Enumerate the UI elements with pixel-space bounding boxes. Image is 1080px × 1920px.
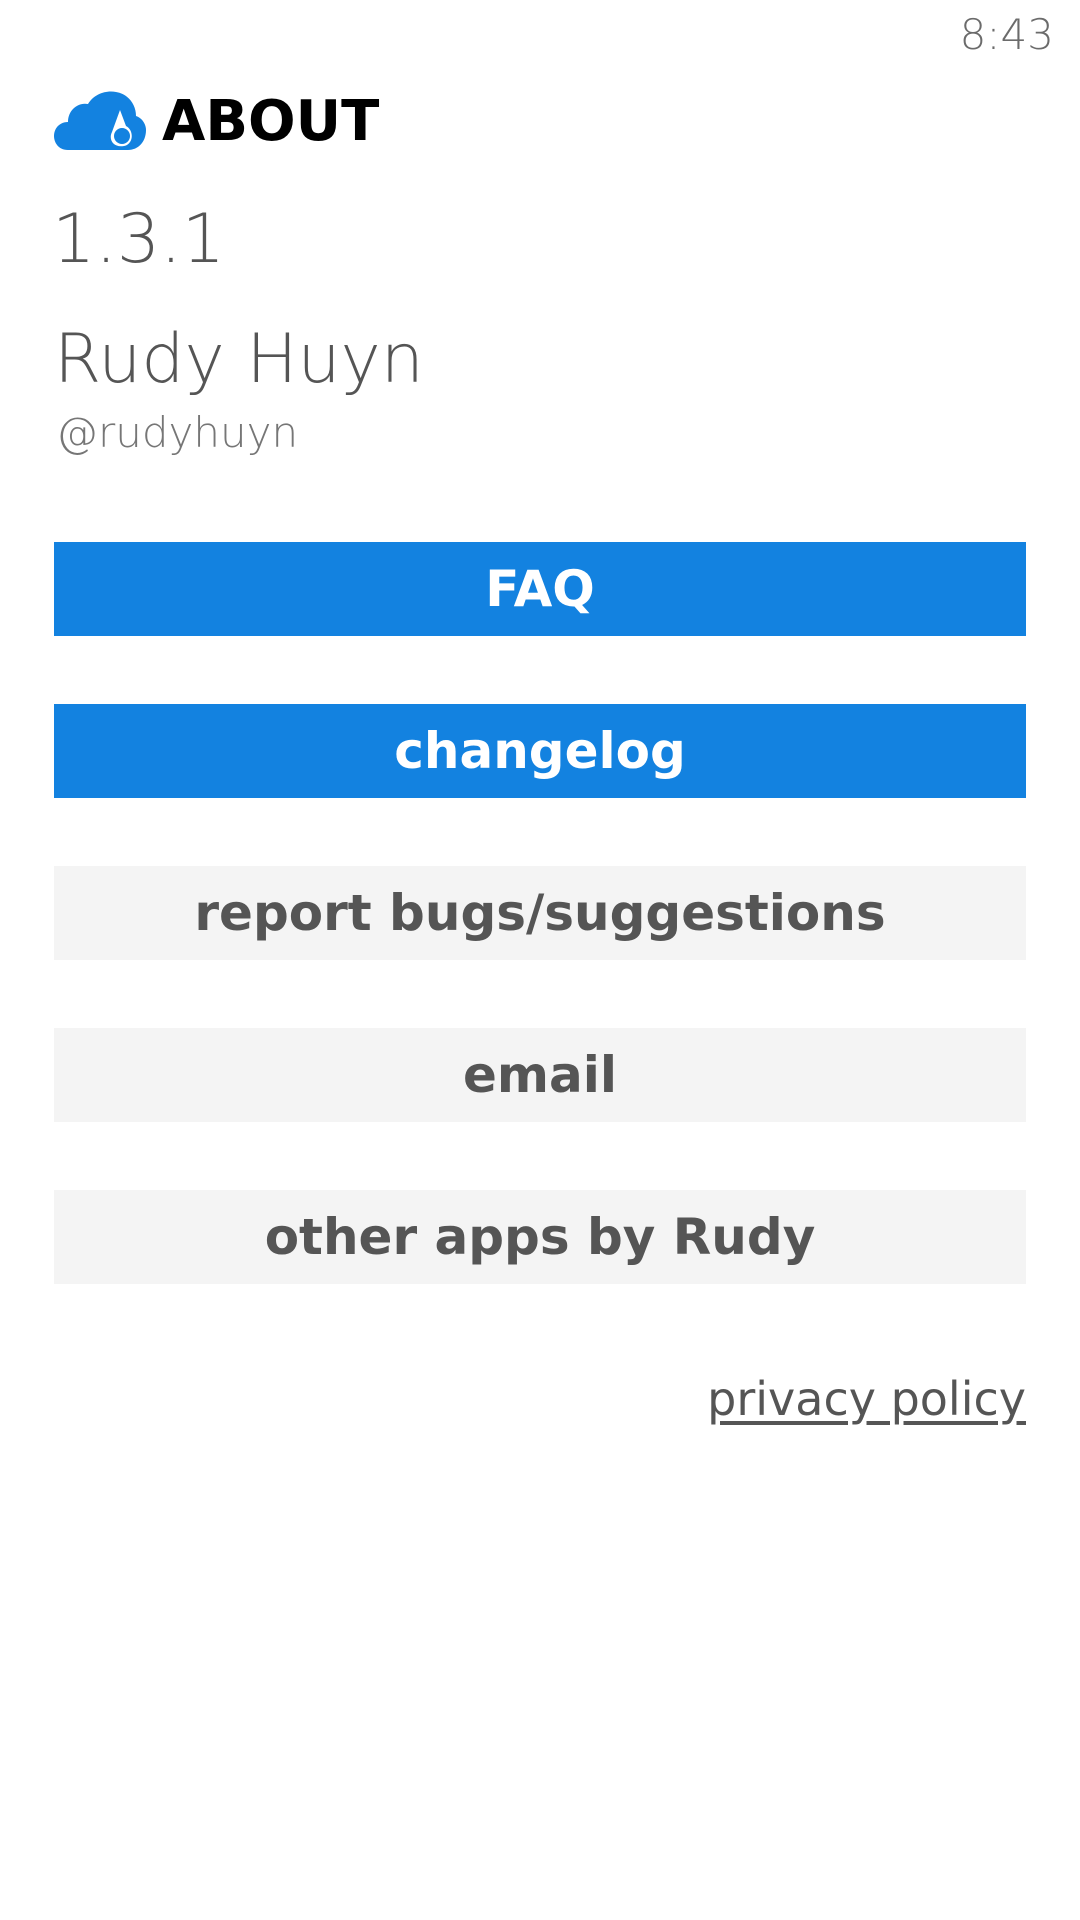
about-page: 8:43 ABOUT 1.3.1 Rudy Huyn @rudyhuyn FAQ…	[0, 0, 1080, 1920]
page-title: ABOUT	[162, 88, 380, 154]
status-bar-time: 8:43	[959, 10, 1054, 59]
privacy-policy-link[interactable]: privacy policy	[707, 1372, 1026, 1426]
changelog-button[interactable]: changelog	[54, 704, 1026, 798]
faq-button[interactable]: FAQ	[54, 542, 1026, 636]
report-bugs-button[interactable]: report bugs/suggestions	[54, 866, 1026, 960]
page-header: ABOUT	[54, 86, 379, 156]
other-apps-button[interactable]: other apps by Rudy	[54, 1190, 1026, 1284]
cloud-drop-icon	[54, 90, 146, 152]
author-name: Rudy Huyn	[54, 320, 424, 399]
author-handle: @rudyhuyn	[56, 408, 299, 457]
app-version: 1.3.1	[52, 200, 226, 279]
email-button[interactable]: email	[54, 1028, 1026, 1122]
